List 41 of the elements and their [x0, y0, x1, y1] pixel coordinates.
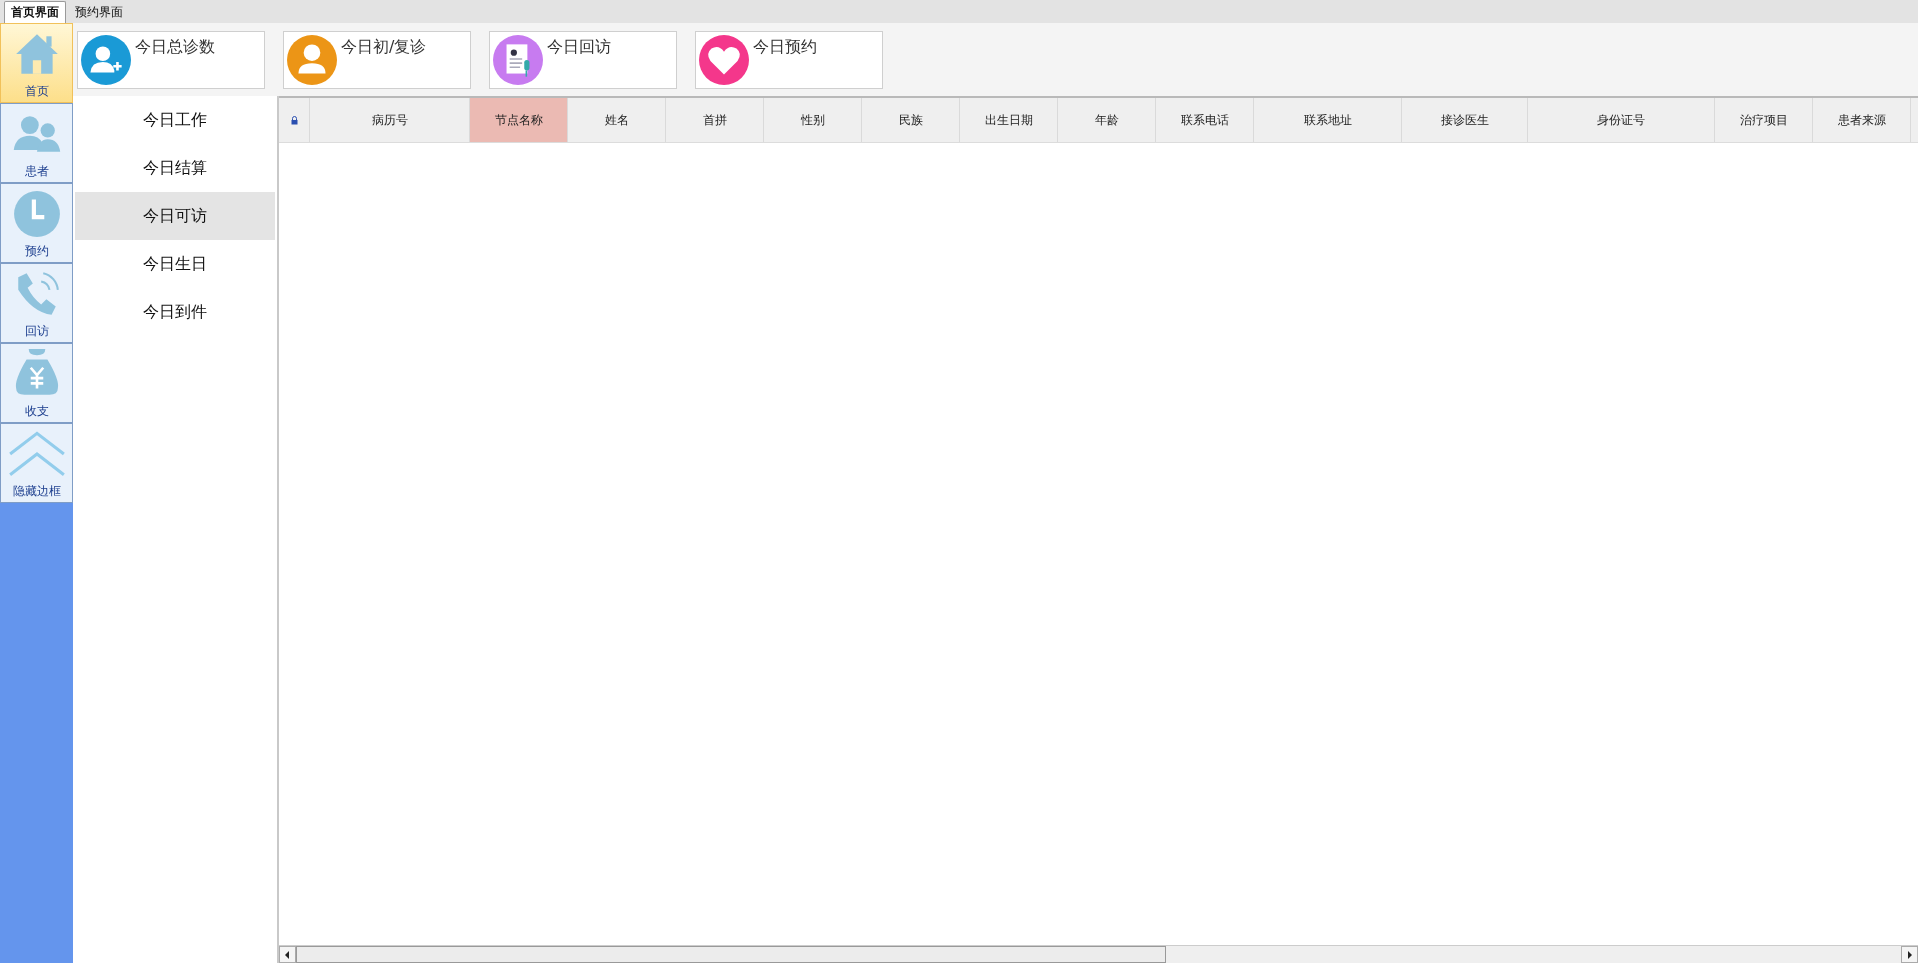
stat-card[interactable]: 今日初/复诊: [283, 31, 471, 89]
column-header[interactable]: 姓名: [568, 98, 666, 142]
nav-button[interactable]: 首页: [0, 23, 73, 103]
scrollbar-thumb[interactable]: [296, 946, 1166, 963]
column-header[interactable]: 联系电话: [1156, 98, 1254, 142]
stat-card[interactable]: 今日总诊数: [77, 31, 265, 89]
column-header[interactable]: 患者来源: [1813, 98, 1911, 142]
caret-right-icon: [1907, 950, 1912, 959]
lock-icon: [290, 115, 298, 125]
scroll-right-button[interactable]: [1901, 946, 1918, 963]
column-header[interactable]: 节点名称: [470, 98, 568, 142]
column-header[interactable]: 接诊医生: [1402, 98, 1528, 142]
column-header[interactable]: 年龄: [1058, 98, 1156, 142]
stat-label: 今日总诊数: [135, 37, 215, 58]
stat-label: 今日回访: [547, 37, 611, 58]
menu-item[interactable]: 今日工作: [75, 96, 275, 144]
clock-icon: [11, 189, 62, 239]
nav-button[interactable]: 患者: [0, 103, 73, 183]
menu-item[interactable]: 今日结算: [75, 144, 275, 192]
column-header[interactable]: 出生日期: [960, 98, 1058, 142]
column-header[interactable]: 民族: [862, 98, 960, 142]
column-header[interactable]: 首拼: [666, 98, 764, 142]
nav-button[interactable]: 回访: [0, 263, 73, 343]
menu-item[interactable]: 今日生日: [75, 240, 275, 288]
stat-label: 今日预约: [753, 37, 817, 58]
page-tab[interactable]: 预约界面: [68, 1, 130, 23]
page-tab[interactable]: 首页界面: [4, 1, 66, 23]
stat-card[interactable]: 今日预约: [695, 31, 883, 89]
column-header[interactable]: 身份证号: [1528, 98, 1715, 142]
column-header[interactable]: 治疗项目: [1715, 98, 1813, 142]
column-header[interactable]: 联系地址: [1254, 98, 1402, 142]
stat-label: 今日初/复诊: [341, 37, 427, 58]
nav-button[interactable]: 预约: [0, 183, 73, 263]
scroll-left-button[interactable]: [279, 946, 296, 963]
menu-item[interactable]: 今日可访: [75, 192, 275, 240]
caret-left-icon: [285, 950, 290, 959]
nav-button[interactable]: 收支: [0, 343, 73, 423]
column-header[interactable]: 性别: [764, 98, 862, 142]
stat-card[interactable]: 今日回访: [489, 31, 677, 89]
nav-button[interactable]: 隐藏边框: [0, 423, 73, 503]
menu-item[interactable]: 今日到件: [75, 288, 275, 336]
